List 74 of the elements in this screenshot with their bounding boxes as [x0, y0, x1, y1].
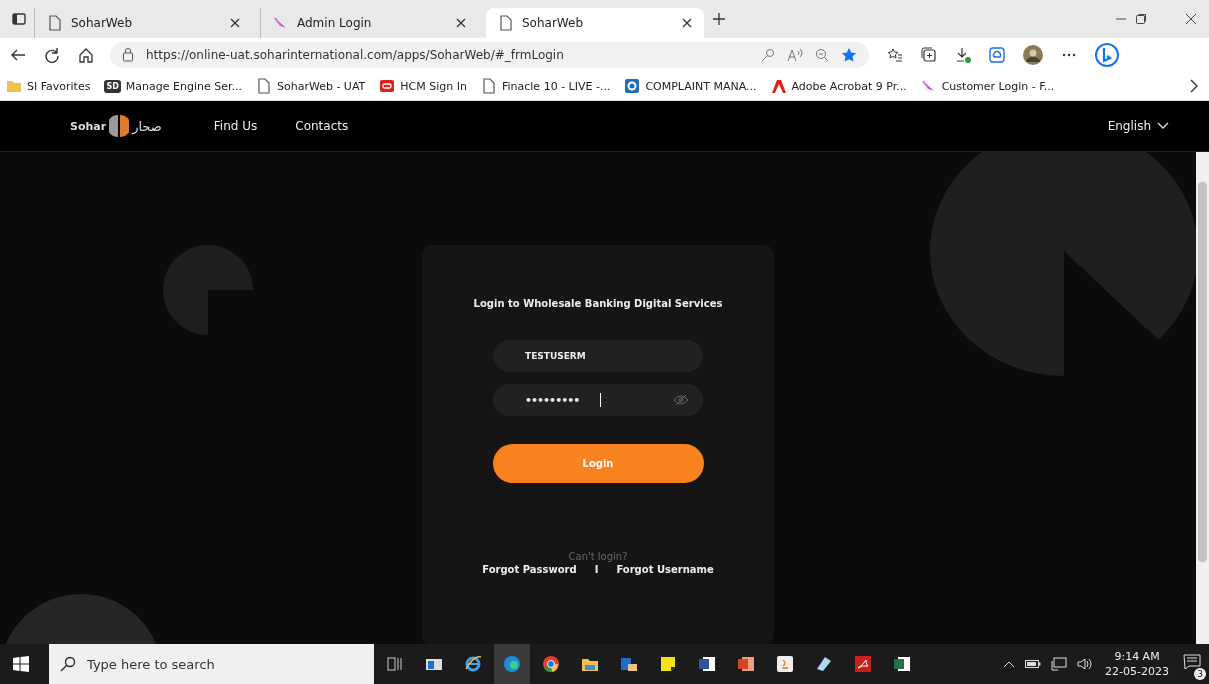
search-field[interactable]: Type here to search	[49, 644, 374, 684]
notification-count: 3	[1194, 668, 1206, 680]
close-icon[interactable]	[456, 18, 466, 28]
logo-text: صحار	[132, 118, 162, 134]
help-text: Can't login?	[568, 551, 628, 562]
tab-actions-icon[interactable]	[12, 12, 26, 26]
forgot-password-link[interactable]: Forgot Password	[482, 564, 577, 575]
page-icon	[255, 78, 272, 94]
windows-start-icon[interactable]	[13, 656, 29, 672]
username-field[interactable]: TESTUSERM	[493, 340, 703, 372]
url-text: https://online-uat.soharinternational.com/apps/SoharWeb/#_frmLogin	[146, 48, 564, 62]
folder-icon	[6, 78, 22, 94]
star-icon[interactable]	[841, 47, 857, 63]
language-selector[interactable]: English	[1107, 119, 1169, 133]
gear-icon	[624, 78, 641, 94]
chevron-down-icon	[1157, 122, 1169, 130]
taskbar-app[interactable]	[494, 644, 530, 684]
new-tab-icon[interactable]	[712, 12, 726, 26]
back-icon[interactable]	[10, 47, 26, 63]
scrollbar-thumb[interactable]	[1198, 182, 1207, 562]
read-aloud-icon[interactable]	[787, 48, 803, 62]
close-icon[interactable]	[682, 18, 692, 28]
tab-title: Admin Login	[297, 16, 373, 30]
bookmark[interactable]: SoharWeb - UAT	[255, 78, 366, 94]
separator-text: I	[594, 564, 599, 575]
forgot-username-link[interactable]: Forgot Username	[616, 564, 714, 575]
bookmark[interactable]: Customer Login - F...	[920, 78, 1055, 94]
browser-tab[interactable]: SoharWeb	[486, 8, 704, 38]
password-field[interactable]: •••••••••	[493, 384, 703, 416]
home-icon[interactable]	[78, 47, 94, 63]
bookmark[interactable]: COMPLAINT MANA...	[624, 78, 757, 94]
key-icon[interactable]	[761, 48, 775, 62]
close-icon[interactable]	[1185, 13, 1197, 25]
battery-icon[interactable]	[1025, 659, 1042, 669]
collections-icon[interactable]	[921, 47, 937, 63]
scrollbar[interactable]	[1196, 152, 1209, 644]
close-icon[interactable]	[230, 18, 240, 28]
bookmark[interactable]: HCM Sign In	[379, 78, 467, 94]
text-cursor	[600, 393, 601, 407]
lock-icon	[122, 48, 134, 62]
clock[interactable]: 9:14 AM 22-05-2023	[1105, 650, 1169, 678]
eye-slash-icon[interactable]	[673, 394, 689, 406]
notes-app-icon	[659, 655, 677, 673]
nav-link[interactable]: Find Us	[213, 119, 258, 133]
chevron-right-icon[interactable]	[1189, 79, 1199, 93]
tab-title: SoharWeb	[71, 16, 133, 30]
logo-text: Sohar	[70, 119, 107, 133]
chat-assistant-icon[interactable]	[1095, 43, 1119, 67]
refresh-icon[interactable]	[44, 47, 60, 63]
network-icon[interactable]	[1051, 657, 1068, 671]
chevron-up-icon[interactable]	[1003, 660, 1016, 668]
search-icon	[60, 656, 76, 672]
bookmark-icon: SD	[104, 79, 121, 93]
bookmark[interactable]: SI Favorites	[6, 78, 91, 94]
bookmark[interactable]: Adobe Acrobat 9 Pr...	[770, 78, 907, 94]
zoom-out-icon[interactable]	[815, 48, 829, 62]
page-icon	[47, 15, 63, 31]
profile-avatar-icon[interactable]	[1023, 45, 1043, 65]
logo-mark-icon	[109, 114, 130, 138]
volume-icon[interactable]	[1077, 657, 1094, 671]
login-title: Login to Wholesale Banking Digital Services	[473, 298, 723, 309]
tab-title: SoharWeb	[522, 16, 584, 30]
nav-link[interactable]: Contacts	[295, 119, 349, 133]
browser-logo-icon[interactable]	[989, 47, 1005, 63]
favorites-icon[interactable]	[887, 47, 903, 63]
taskview-app-icon	[386, 655, 404, 673]
notifications-icon[interactable]	[1183, 654, 1201, 670]
bookmark[interactable]: Finacle 10 - LIVE -...	[480, 78, 611, 94]
bookmark[interactable]: SD Manage Engine Ser...	[104, 79, 242, 93]
download-icon[interactable]	[955, 47, 971, 63]
page-icon	[480, 78, 497, 94]
page-icon	[498, 15, 514, 31]
restore-icon[interactable]	[1135, 13, 1147, 25]
address-bar[interactable]: https://online-uat.soharinternational.com/apps/SoharWeb/#_frmLogin	[110, 42, 869, 68]
